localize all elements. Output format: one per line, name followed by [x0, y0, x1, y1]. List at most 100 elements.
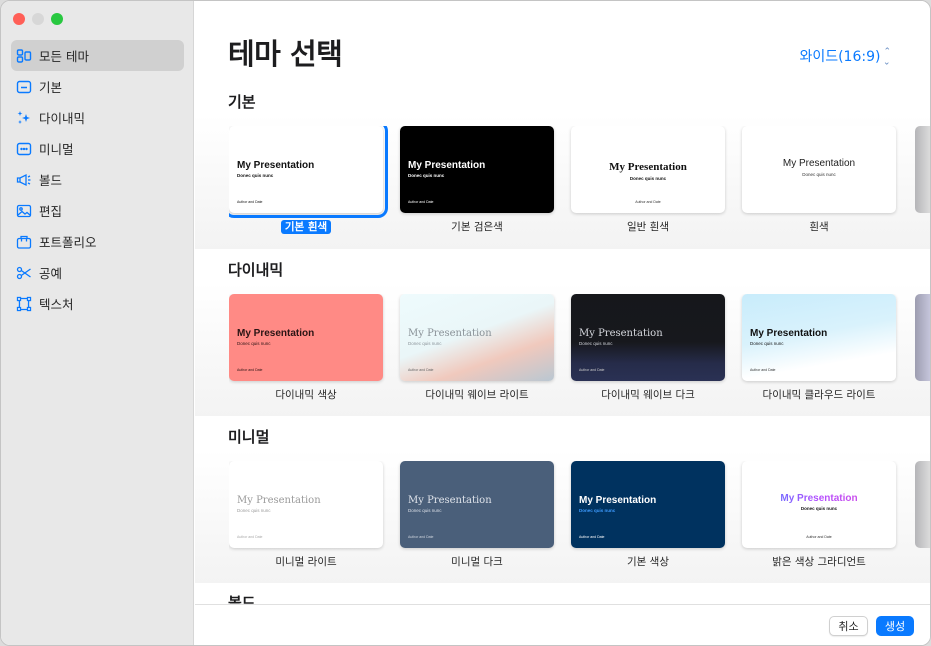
theme-bright-gradient[interactable]: My Presentation Donec quis nunc Author a…	[742, 461, 896, 569]
preview-author: Author and Date	[750, 368, 776, 372]
sidebar-item-editorial[interactable]: 편집	[11, 195, 184, 226]
preview-subtitle: Donec quis nunc	[579, 508, 616, 513]
sidebar-item-label: 미니멀	[39, 142, 74, 157]
sidebar-item-texture[interactable]: 텍스처	[11, 288, 184, 319]
sparkles-icon	[16, 110, 32, 126]
sidebar-item-label: 볼드	[39, 173, 63, 188]
theme-row: My Presentation Donec quis nunc Author a…	[229, 461, 930, 581]
category-list: 모든 테마 기본 다이내믹 미니멀 볼드 편집 포트폴리오 공예 텍스처	[11, 40, 184, 319]
next-theme-preview-partial[interactable]	[915, 126, 930, 213]
maximize-window-button[interactable]	[51, 13, 63, 25]
preview-title: My Presentation	[237, 495, 321, 506]
sidebar-item-label: 기본	[39, 80, 63, 95]
aspect-ratio-value: 와이드(16:9)	[799, 49, 881, 65]
theme-dynamic-wave-light[interactable]: My Presentation Donec quis nunc Author a…	[400, 294, 554, 402]
minimize-window-button[interactable]	[32, 13, 44, 25]
theme-minimal-dark[interactable]: My Presentation Donec quis nunc Author a…	[400, 461, 554, 569]
ellipsis-slide-icon	[16, 141, 32, 157]
dialog-footer: 취소 생성	[195, 604, 930, 645]
theme-label: 밝은 색상 그라디언트	[772, 556, 866, 568]
preview-title: My Presentation	[609, 161, 687, 173]
preview-author: Author and Date	[635, 200, 661, 204]
sidebar-item-bold[interactable]: 볼드	[11, 164, 184, 195]
theme-label: 미니멀 다크	[451, 556, 503, 568]
theme-basic-color[interactable]: My Presentation Donec quis nunc Author a…	[571, 461, 725, 569]
section-basic: 기본 My Presentation Donec quis nunc Autho…	[195, 81, 930, 249]
theme-label: 다이내믹 색상	[275, 389, 337, 401]
theme-label: 다이내믹 웨이브 다크	[601, 389, 695, 401]
theme-dynamic-wave-dark[interactable]: My Presentation Donec quis nunc Author a…	[571, 294, 725, 402]
preview-subtitle: Donec quis nunc	[408, 173, 445, 178]
aspect-ratio-popup[interactable]: 와이드(16:9) ⌃ ⌃	[799, 46, 891, 66]
preview-author: Author and Date	[408, 368, 434, 372]
theme-preview: My Presentation Donec quis nunc Author a…	[571, 461, 725, 548]
sidebar-item-dynamic[interactable]: 다이내믹	[11, 102, 184, 133]
sidebar-item-minimal[interactable]: 미니멀	[11, 133, 184, 164]
theme-preview: My Presentation Donec quis nunc Author a…	[400, 294, 554, 381]
theme-label: 기본 색상	[627, 556, 669, 568]
theme-white[interactable]: My Presentation Donec quis nunc 흰색	[742, 126, 896, 234]
create-button[interactable]: 생성	[876, 616, 914, 636]
photo-icon	[16, 203, 32, 219]
sidebar-item-portfolio[interactable]: 포트폴리오	[11, 226, 184, 257]
preview-author: Author and Date	[408, 535, 434, 539]
preview-subtitle: Donec quis nunc	[237, 341, 271, 346]
theme-dynamic-color[interactable]: My Presentation Donec quis nunc Author a…	[229, 294, 383, 402]
preview-title: My Presentation	[742, 493, 896, 504]
cancel-button[interactable]: 취소	[829, 616, 868, 636]
preview-author: Author and Date	[806, 535, 832, 539]
theme-label: 기본 흰색	[229, 219, 383, 234]
theme-minimal-light[interactable]: My Presentation Donec quis nunc Author a…	[229, 461, 383, 569]
preview-author: Author and Date	[579, 535, 605, 539]
theme-row: My Presentation Donec quis nunc Author a…	[229, 126, 930, 246]
preview-title: My Presentation	[782, 158, 856, 169]
preview-subtitle: Donec quis nunc	[750, 341, 784, 346]
page-title: 테마 선택	[228, 37, 343, 71]
texture-frame-icon	[16, 296, 32, 312]
next-theme-preview-partial[interactable]	[915, 294, 930, 381]
close-window-button[interactable]	[13, 13, 25, 25]
preview-title: My Presentation	[579, 495, 657, 506]
section-title: 볼드	[228, 594, 256, 604]
preview-title: My Presentation	[237, 328, 315, 339]
preview-subtitle: Donec quis nunc	[629, 176, 667, 181]
theme-label: 다이내믹 웨이브 라이트	[425, 389, 529, 401]
preview-subtitle: Donec quis nunc	[802, 172, 836, 177]
section-dynamic: 다이내믹 My Presentation Donec quis nunc Aut…	[195, 249, 930, 417]
briefcase-icon	[16, 234, 32, 250]
sidebar-item-all-themes[interactable]: 모든 테마	[11, 40, 184, 71]
theme-gallery: 테마 선택 와이드(16:9) ⌃ ⌃ 기본 My Presentation Do…	[195, 1, 930, 645]
up-down-chevron-icon: ⌃ ⌃	[883, 47, 891, 66]
sidebar-item-craft[interactable]: 공예	[11, 257, 184, 288]
sidebar-item-label: 포트폴리오	[39, 235, 97, 250]
preview-title: My Presentation	[408, 328, 492, 339]
preview-subtitle: Donec quis nunc	[579, 341, 613, 346]
theme-basic-black[interactable]: My Presentation Donec quis nunc Author a…	[400, 126, 554, 234]
theme-label: 일반 흰색	[627, 221, 669, 233]
megaphone-icon	[16, 172, 32, 188]
theme-preview: My Presentation Donec quis nunc Author a…	[742, 294, 896, 381]
sidebar-item-label: 모든 테마	[39, 49, 89, 64]
theme-basic-white[interactable]: My Presentation Donec quis nunc Author a…	[229, 126, 388, 234]
preview-subtitle: Donec quis nunc	[408, 341, 442, 346]
theme-classic-white[interactable]: My Presentation Donec quis nunc Author a…	[571, 126, 725, 234]
sidebar-item-label: 공예	[39, 266, 63, 281]
preview-title: My Presentation	[750, 328, 828, 339]
preview-author: Author and Date	[237, 535, 263, 539]
theme-label: 미니멀 라이트	[275, 556, 337, 568]
theme-preview: My Presentation Donec quis nunc Author a…	[742, 461, 896, 548]
section-title: 다이내믹	[228, 261, 284, 279]
theme-label: 기본 검은색	[451, 221, 503, 233]
preview-author: Author and Date	[408, 200, 434, 204]
window-controls	[13, 13, 63, 25]
section-bold: 볼드	[195, 583, 930, 604]
scissors-icon	[16, 265, 32, 281]
theme-preview: My Presentation Donec quis nunc Author a…	[229, 461, 383, 548]
preview-author: Author and Date	[237, 200, 263, 204]
sidebar-item-basic[interactable]: 기본	[11, 71, 184, 102]
next-theme-preview-partial[interactable]	[915, 461, 930, 548]
sidebar: 모든 테마 기본 다이내믹 미니멀 볼드 편집 포트폴리오 공예 텍스처	[1, 1, 194, 645]
theme-dynamic-cloud-light[interactable]: My Presentation Donec quis nunc Author a…	[742, 294, 896, 402]
section-title: 미니멀	[228, 428, 270, 446]
theme-preview: My Presentation Donec quis nunc Author a…	[229, 294, 383, 381]
